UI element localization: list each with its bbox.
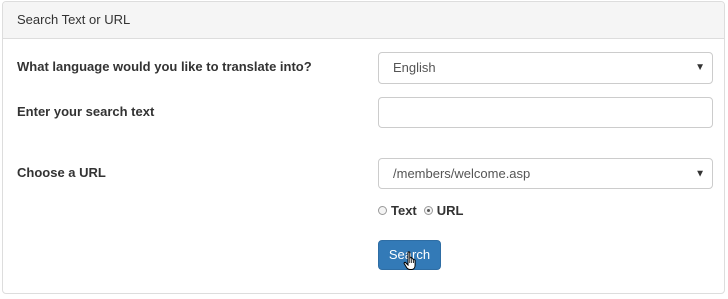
url-select[interactable]: /members/welcome.asp ▼	[378, 158, 713, 189]
radio-text-label[interactable]: Text	[391, 203, 417, 218]
search-type-radio-group: Text URL	[378, 203, 470, 218]
hand-pointer-icon	[403, 251, 416, 270]
language-label: What language would you like to translat…	[17, 59, 312, 74]
language-select[interactable]: English ▼	[378, 52, 713, 84]
search-text-input[interactable]	[378, 97, 713, 128]
search-panel: Search Text or URL What language would y…	[2, 1, 725, 294]
panel-heading: Search Text or URL	[3, 2, 724, 39]
language-select-value: English	[393, 60, 436, 75]
chevron-down-icon: ▼	[695, 168, 705, 179]
url-select-value: /members/welcome.asp	[393, 166, 531, 181]
radio-url[interactable]	[423, 206, 433, 215]
radio-url-label[interactable]: URL	[437, 203, 464, 218]
search-text-label: Enter your search text	[17, 104, 155, 119]
radio-text[interactable]	[378, 206, 387, 215]
url-label: Choose a URL	[17, 165, 106, 180]
chevron-down-icon: ▼	[695, 62, 705, 73]
